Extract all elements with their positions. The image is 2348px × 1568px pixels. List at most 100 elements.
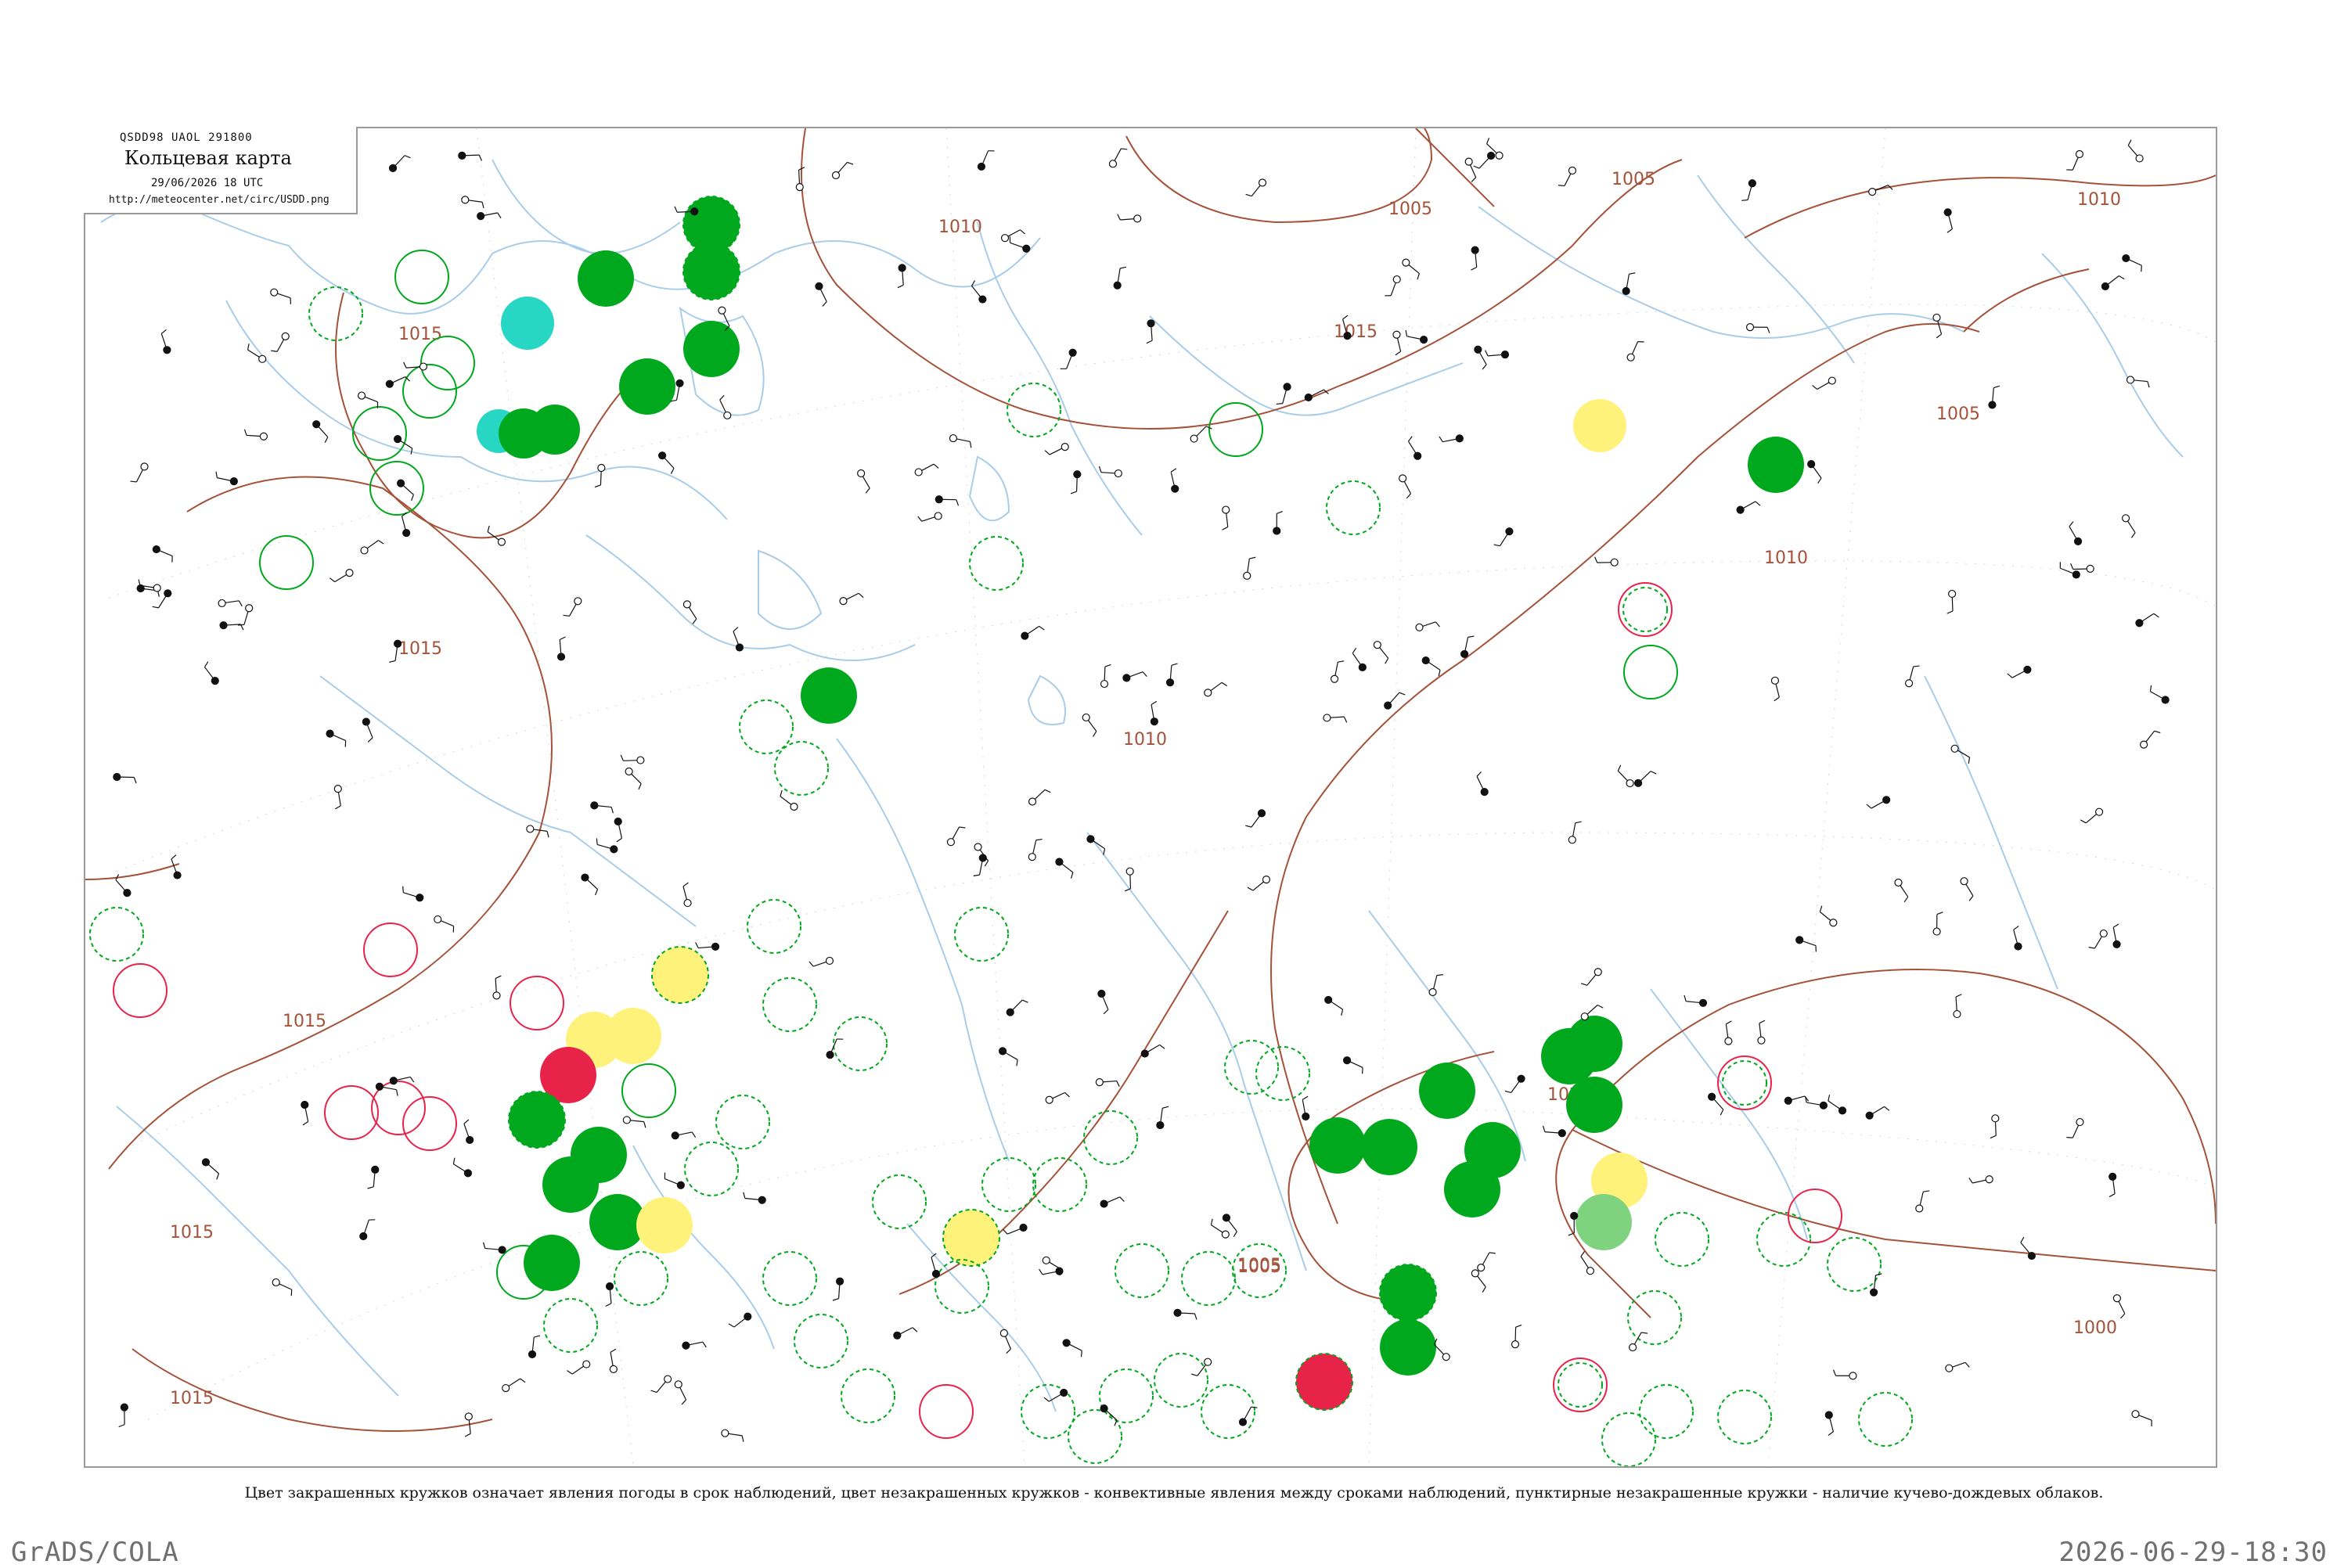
station-circle-open [510, 976, 564, 1030]
station-plot-marker [1118, 214, 1141, 222]
station-plot-marker [1494, 528, 1513, 546]
station-circle-green [1748, 437, 1804, 493]
station-circle-open [920, 1385, 973, 1438]
station-circle-open [614, 1252, 668, 1305]
station-plot-marker [796, 167, 805, 191]
station-plot-marker [1096, 1079, 1119, 1087]
station-plot-marker [1056, 858, 1073, 879]
station-plot-marker [1558, 167, 1576, 185]
isobar-label: 1000 [2073, 1318, 2117, 1338]
station-plot-marker [153, 590, 171, 608]
station-plot-marker [567, 1361, 590, 1374]
isobar-labels: 1010 1005 1005 1010 1015 1005 1010 1015 … [170, 170, 2121, 1408]
station-plot-marker [623, 1117, 646, 1127]
station-circle-open [260, 536, 313, 589]
station-plot-marker [722, 1430, 744, 1442]
station-plot-marker [2127, 376, 2150, 387]
station-plot-marker [1867, 797, 1890, 808]
station-plot-marker [326, 730, 346, 746]
station-plot-marker [1029, 789, 1051, 805]
station-circle-open [364, 923, 417, 976]
station-circle-open [1723, 1061, 1766, 1105]
station-plot-marker [2123, 255, 2141, 272]
station-plot-marker [330, 570, 353, 582]
station-plot-marker [528, 1336, 539, 1358]
station-plot-marker [1248, 876, 1269, 890]
station-plot-marker [1273, 512, 1283, 534]
station-circle-open [1859, 1393, 1912, 1446]
station-plot-marker [1933, 912, 1943, 935]
station-plot-marker [362, 718, 373, 742]
station-plot-marker [675, 1381, 686, 1404]
station-circle-open [970, 537, 1023, 590]
station-circle-open [90, 908, 143, 961]
station-circle-yellow [1573, 399, 1626, 452]
station-plot-marker [1223, 506, 1230, 530]
station-circle-open [1068, 1410, 1122, 1463]
station-plot-marker [591, 802, 614, 813]
station-plot-marker [2014, 926, 2022, 950]
station-plot-marker [935, 496, 958, 505]
isobar-label: 1015 [283, 1012, 326, 1031]
station-plot-marker [1828, 1095, 1846, 1114]
station-plot-marker [978, 151, 994, 171]
station-plot-marker [1114, 267, 1126, 289]
station-plot-marker [682, 1342, 706, 1349]
station-plot-marker [1098, 990, 1108, 1013]
station-circle-green [1419, 1063, 1475, 1119]
station-plot-marker [1147, 320, 1154, 343]
station-plot-marker [1933, 314, 1942, 337]
station-circle-green [542, 1156, 599, 1213]
station-plot-marker [360, 1220, 376, 1240]
station-plot-marker [205, 662, 219, 685]
station-plot-marker [1082, 714, 1097, 736]
station-circle-open [1624, 646, 1677, 699]
station-plot-marker [947, 827, 965, 846]
station-plot-marker [1747, 324, 1770, 333]
station-plot-marker [1635, 771, 1657, 787]
isobar-label: 1010 [2077, 190, 2121, 210]
station-circle-open [1623, 588, 1667, 631]
station-plot-marker [1989, 386, 2000, 408]
isobar-label: 1010 [1123, 730, 1167, 750]
station-plot-marker [1422, 657, 1440, 677]
station-plot-marker [1944, 209, 1952, 232]
station-plot-marker [248, 343, 266, 362]
station-plot-marker [218, 599, 242, 606]
filled-circles [477, 196, 1804, 1410]
station-circle-open [1154, 1354, 1208, 1407]
station-plot-marker [1461, 636, 1475, 657]
station-plot-marker [1796, 937, 1817, 952]
bulletin-code: QSDD98 UAOL 291800 [120, 131, 253, 144]
station-plot-marker [1021, 626, 1044, 639]
station-circle-green [1380, 1319, 1436, 1376]
station-circle-open [747, 900, 801, 953]
station-circle-green [1444, 1161, 1500, 1217]
station-circle-green [524, 1235, 580, 1291]
station-plot-marker [1951, 745, 1969, 764]
station-plot-marker [564, 598, 582, 617]
station-plot-marker [2150, 685, 2169, 703]
station-plot-marker [606, 1282, 614, 1306]
station-plot-marker [1010, 236, 1029, 252]
station-plot-marker [1808, 461, 1821, 484]
station-plot-marker [1151, 701, 1158, 725]
station-plot-marker [610, 1349, 617, 1372]
station-circle-open [1256, 1047, 1309, 1100]
station-plot-marker [1946, 1362, 1969, 1372]
station-plot-marker [484, 1243, 506, 1253]
station-circle-open [325, 1086, 378, 1139]
station-circle-open [955, 908, 1008, 961]
station-plot-marker [1947, 590, 1956, 613]
station-circle-open [1201, 1385, 1255, 1438]
station-plot-marker [1028, 840, 1042, 861]
station-plot-marker [2069, 522, 2082, 545]
station-plot-marker [1471, 1270, 1486, 1293]
station-circle-green [1361, 1119, 1417, 1175]
station-circle-green [619, 358, 675, 415]
station-plot-marker [1245, 810, 1265, 827]
station-plot-marker [664, 1173, 684, 1189]
station-plot-marker [245, 430, 268, 440]
station-circle-open [1100, 1369, 1153, 1422]
station-plot-marker [1141, 1045, 1165, 1057]
